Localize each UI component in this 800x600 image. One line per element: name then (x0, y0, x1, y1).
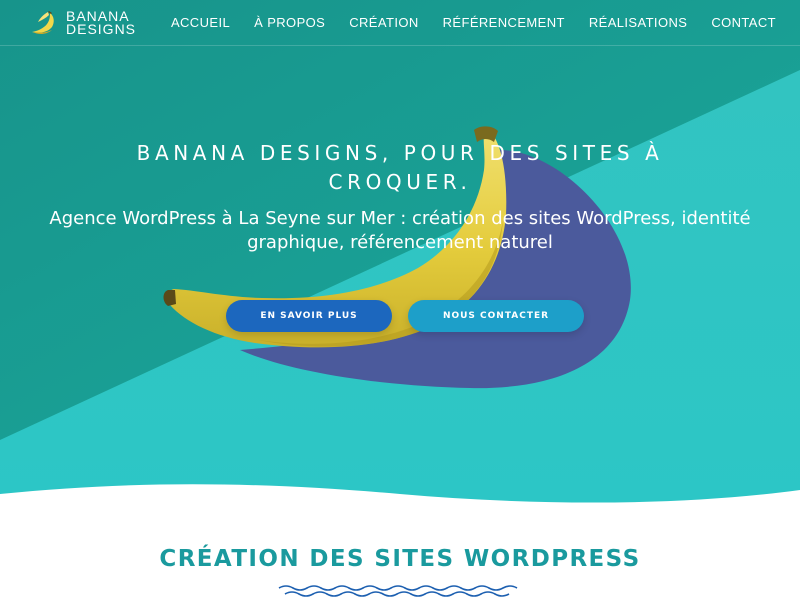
hero-title: BANANA DESIGNS, POUR DES SITES À CROQUER… (136, 141, 664, 194)
hero-section: BANANA DESIGNS, POUR DES SITES À CROQUER… (0, 0, 800, 520)
nav-item-realisations[interactable]: RÉALISATIONS (589, 15, 687, 30)
nav-item-contact[interactable]: CONTACT (711, 15, 776, 30)
nav-item-referencement[interactable]: RÉFÉRENCEMENT (443, 15, 565, 30)
nav-item-accueil[interactable]: ACCUEIL (171, 15, 230, 30)
nav-item-a-propos[interactable]: À PROPOS (254, 15, 325, 30)
brand-line-2: DESIGNS (66, 20, 137, 37)
hero-content: BANANA DESIGNS, POUR DES SITES À CROQUER… (0, 0, 800, 520)
site-header: BANANA DESIGNS ACCUEIL À PROPOS CRÉATION… (0, 0, 800, 46)
wavy-divider (278, 585, 518, 597)
brand-name: BANANA DESIGNS (66, 9, 137, 37)
hero-subtitle: Agence WordPress à La Seyne sur Mer : cr… (49, 208, 751, 253)
section-title: CRÉATION DES SITES WORDPRESS (159, 546, 641, 572)
site-logo[interactable]: BANANA DESIGNS (28, 9, 137, 37)
banana-logo-icon (32, 10, 54, 34)
learn-more-button[interactable]: EN SAVOIR PLUS (226, 300, 392, 332)
contact-us-button[interactable]: NOUS CONTACTER (408, 300, 584, 332)
main-nav: ACCUEIL À PROPOS CRÉATION RÉFÉRENCEMENT … (147, 15, 776, 30)
nav-item-creation[interactable]: CRÉATION (349, 15, 418, 30)
